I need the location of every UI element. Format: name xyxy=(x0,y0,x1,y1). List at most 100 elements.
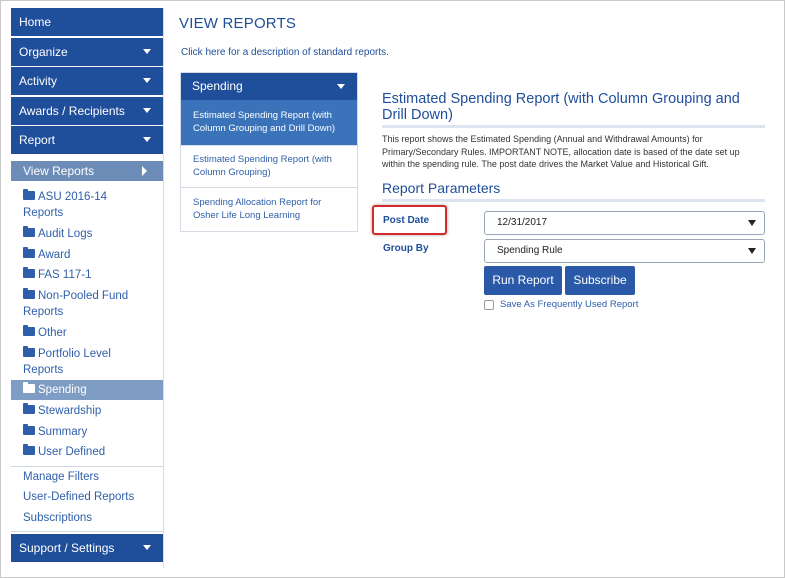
list-divider xyxy=(181,145,357,146)
intro-prefix: Click xyxy=(181,47,206,58)
report-item-line: Osher Life Long Learning xyxy=(193,210,301,221)
folder-icon xyxy=(23,346,35,357)
subscribe-button[interactable]: Subscribe xyxy=(565,266,635,295)
folder-user-defined[interactable]: User Defined xyxy=(23,444,153,460)
folder-icon xyxy=(23,247,35,258)
folder-non-pooled-fund-reports[interactable]: Non-Pooled Fund Reports xyxy=(23,288,153,320)
group-by-value: Spending Rule xyxy=(497,245,563,256)
report-title-line: Estimated Spending Report (with Column G… xyxy=(382,91,740,107)
folder-icon xyxy=(23,424,35,435)
folder-icon xyxy=(23,382,35,393)
caret-down-icon xyxy=(748,220,756,226)
chevron-down-icon xyxy=(143,49,151,54)
folder-icon xyxy=(23,189,35,200)
report-list-panel: Spending Estimated Spending Report (with… xyxy=(180,72,358,232)
folder-portfolio-level-reports[interactable]: Portfolio Level Reports xyxy=(23,346,153,378)
folder-label: Reports xyxy=(23,207,64,219)
caret-down-icon xyxy=(748,248,756,254)
post-date-select[interactable]: 12/31/2017 xyxy=(484,211,765,235)
list-divider xyxy=(181,187,357,188)
sidebar-divider xyxy=(11,466,163,467)
nav-organize[interactable]: Organize xyxy=(11,38,163,66)
report-item-estimated-spending-drill-down[interactable]: Estimated Spending Report (with Column Gr… xyxy=(181,100,357,145)
report-parameters-title: Report Parameters xyxy=(382,180,501,196)
chevron-right-icon xyxy=(142,166,147,176)
save-frequently-used-checkbox[interactable] xyxy=(484,300,494,310)
intro-suffix: for a description of standard reports. xyxy=(225,47,389,58)
title-rule xyxy=(382,125,765,128)
chevron-down-icon xyxy=(337,84,345,89)
folder-label: Stewardship xyxy=(38,405,102,417)
folder-label: Spending xyxy=(38,384,87,396)
folder-icon xyxy=(23,444,35,455)
link-subscriptions[interactable]: Subscriptions xyxy=(23,512,92,524)
nav-report-label: Report xyxy=(19,133,56,147)
folder-summary[interactable]: Summary xyxy=(23,424,153,440)
sidebar-divider xyxy=(11,531,163,532)
folder-icon xyxy=(23,325,35,336)
folder-icon xyxy=(23,288,35,299)
desc-line: This report shows the Estimated Spending… xyxy=(382,134,703,144)
post-date-label: Post Date xyxy=(383,215,430,226)
chevron-down-icon xyxy=(143,545,151,550)
folder-icon xyxy=(23,226,35,237)
folder-asu-2016-14-reports[interactable]: ASU 2016-14 Reports xyxy=(23,189,153,221)
folder-label: User Defined xyxy=(38,446,106,458)
folder-icon xyxy=(23,267,35,278)
report-item-line: Spending Allocation Report for xyxy=(193,197,322,208)
nav-view-reports[interactable]: View Reports xyxy=(11,161,163,181)
folder-label: FAS 117-1 xyxy=(38,269,92,281)
folder-spending[interactable]: Spending xyxy=(11,380,163,400)
save-frequently-used-label[interactable]: Save As Frequently Used Report xyxy=(500,299,638,310)
link-manage-filters[interactable]: Manage Filters xyxy=(23,471,99,483)
folder-label: Reports xyxy=(23,364,64,376)
desc-line: Primary/Secondary Rules. IMPORTANT NOTE,… xyxy=(382,146,740,157)
folder-icon xyxy=(23,403,35,414)
report-title: Estimated Spending Report (with Column G… xyxy=(382,91,767,123)
report-item-estimated-spending-column-grouping[interactable]: Estimated Spending Report (with Column Gr… xyxy=(181,153,357,179)
nav-support-settings[interactable]: Support / Settings xyxy=(11,534,163,562)
title-rule xyxy=(382,199,765,202)
category-label: Spending xyxy=(192,79,243,93)
report-item-line: Column Grouping and Drill Down) xyxy=(193,123,336,134)
desc-line: within the spending rule. The post date … xyxy=(382,159,709,169)
run-report-button[interactable]: Run Report xyxy=(484,266,562,295)
folder-stewardship[interactable]: Stewardship xyxy=(23,403,153,419)
nav-view-reports-label: View Reports xyxy=(23,164,95,178)
nav-report[interactable]: Report xyxy=(11,126,163,154)
group-by-label: Group By xyxy=(383,243,429,254)
group-by-select[interactable]: Spending Rule xyxy=(484,239,765,263)
report-item-spending-allocation-osher[interactable]: Spending Allocation Report for Osher Life… xyxy=(181,196,357,222)
link-user-defined-reports[interactable]: User-Defined Reports xyxy=(23,491,134,503)
folder-label: ASU 2016-14 xyxy=(38,191,108,203)
chevron-down-icon xyxy=(143,108,151,113)
description-link[interactable]: here xyxy=(205,47,225,58)
post-date-value: 12/31/2017 xyxy=(497,217,548,228)
report-item-line: Column Grouping) xyxy=(193,167,271,178)
intro-text: Click here for a description of standard… xyxy=(181,47,389,58)
nav-home-label: Home xyxy=(19,15,52,29)
folder-label: Award xyxy=(38,249,71,261)
folder-label: Portfolio Level xyxy=(38,348,111,360)
nav-awards-recipients[interactable]: Awards / Recipients xyxy=(11,97,163,125)
nav-activity-label: Activity xyxy=(19,74,58,88)
report-description: This report shows the Estimated Spending… xyxy=(382,133,767,171)
folder-fas-117-1[interactable]: FAS 117-1 xyxy=(23,267,153,283)
nav-organize-label: Organize xyxy=(19,45,68,59)
folder-label: Non-Pooled Fund xyxy=(38,290,129,302)
folder-label: Other xyxy=(38,327,67,339)
folder-label: Reports xyxy=(23,306,64,318)
sidebar: Home Organize Activity Awards / Recipien… xyxy=(11,8,164,568)
nav-activity[interactable]: Activity xyxy=(11,67,163,95)
folder-audit-logs[interactable]: Audit Logs xyxy=(23,226,153,242)
report-item-line: Estimated Spending Report (with xyxy=(193,154,332,165)
report-item-line: Estimated Spending Report (with xyxy=(193,110,332,121)
report-title-line: Drill Down) xyxy=(382,107,453,123)
folder-award[interactable]: Award xyxy=(23,247,153,263)
nav-home[interactable]: Home xyxy=(11,8,163,36)
folder-other[interactable]: Other xyxy=(23,325,153,341)
nav-support-label: Support / Settings xyxy=(19,541,115,555)
folder-label: Summary xyxy=(38,426,88,438)
nav-awards-label: Awards / Recipients xyxy=(19,104,125,118)
category-dropdown[interactable]: Spending xyxy=(181,73,357,100)
